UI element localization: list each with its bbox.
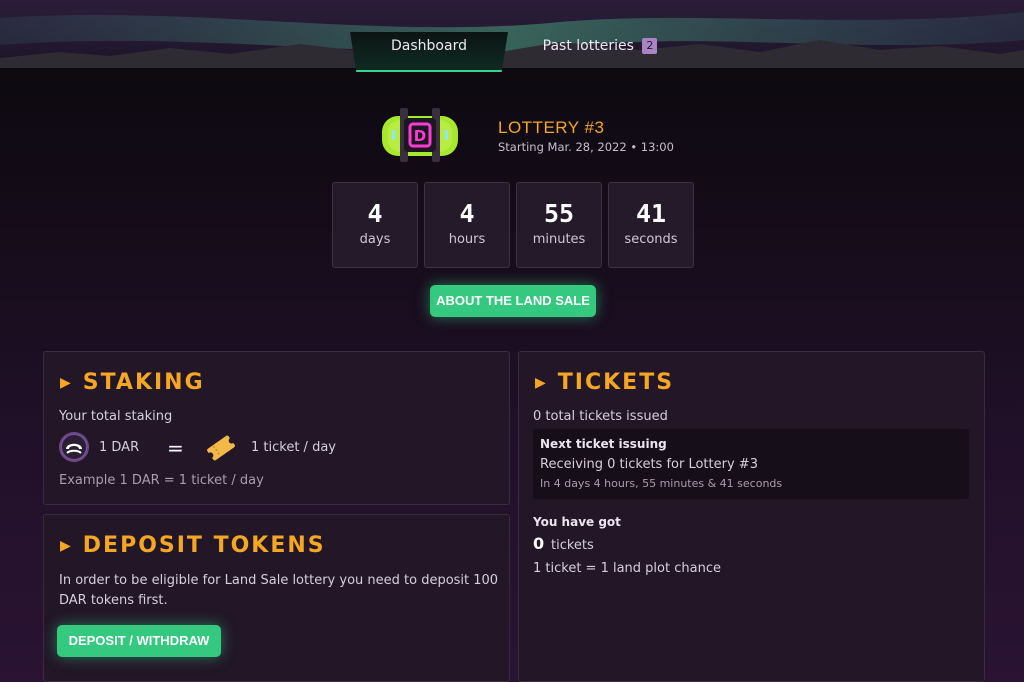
staking-title: STAKING bbox=[82, 370, 205, 395]
tab-dashboard[interactable]: Dashboard bbox=[350, 32, 508, 72]
staking-rate-row: 1 DAR = 1 ticket / day bbox=[59, 432, 479, 464]
caret-right-icon: ▶ bbox=[535, 375, 548, 391]
countdown-minutes-label: minutes bbox=[532, 232, 586, 247]
countdown-hours-label: hours bbox=[448, 232, 486, 247]
countdown-days: 4 days bbox=[332, 182, 418, 268]
lottery-capsule-icon: D bbox=[382, 108, 458, 162]
tab-dashboard-label: Dashboard bbox=[391, 38, 467, 54]
equals-sign: = bbox=[167, 436, 184, 460]
next-ticket-eta: In 4 days 4 hours, 55 minutes & 41 secon… bbox=[540, 477, 783, 490]
deposit-heading: ▶ DEPOSIT TOKENS bbox=[60, 533, 326, 558]
countdown-days-value: 4 bbox=[367, 199, 383, 228]
deposit-title: DEPOSIT TOKENS bbox=[82, 533, 326, 558]
ticket-ratio: 1 ticket = 1 land plot chance bbox=[533, 561, 721, 576]
lottery-header: D LOTTERY #3 Starting Mar. 28, 2022 • 13… bbox=[380, 102, 680, 166]
next-ticket-receiving: Receiving 0 tickets for Lottery #3 bbox=[540, 457, 758, 472]
tickets-panel: ▶ TICKETS 0 total tickets issued Next tic… bbox=[518, 351, 985, 682]
countdown-minutes: 55 minutes bbox=[516, 182, 602, 268]
top-nav: Dashboard Past lotteries 2 bbox=[0, 32, 1024, 72]
countdown-seconds-value: 41 bbox=[635, 199, 667, 228]
deposit-description: In order to be eligible for Land Sale lo… bbox=[59, 573, 499, 608]
past-lotteries-count-badge: 2 bbox=[642, 38, 658, 54]
ticket-icon bbox=[207, 435, 235, 461]
tickets-unit: tickets bbox=[551, 538, 594, 553]
countdown-seconds-label: seconds bbox=[624, 232, 678, 247]
countdown-days-label: days bbox=[359, 232, 391, 247]
tickets-title: TICKETS bbox=[557, 370, 675, 395]
countdown-hours: 4 hours bbox=[424, 182, 510, 268]
countdown-minutes-value: 55 bbox=[543, 199, 575, 228]
deposit-withdraw-button[interactable]: DEPOSIT / WITHDRAW bbox=[57, 625, 221, 657]
caret-right-icon: ▶ bbox=[60, 375, 73, 391]
staking-example: Example 1 DAR = 1 ticket / day bbox=[59, 473, 264, 488]
you-have-got-label: You have got bbox=[533, 515, 621, 529]
total-staking-label: Your total staking bbox=[59, 409, 173, 424]
caret-right-icon: ▶ bbox=[60, 538, 73, 554]
tickets-heading: ▶ TICKETS bbox=[535, 370, 674, 395]
dar-token-icon bbox=[59, 432, 89, 462]
countdown-timer: 4 days 4 hours 55 minutes 41 seconds bbox=[332, 182, 696, 268]
countdown-hours-value: 4 bbox=[459, 199, 475, 228]
next-ticket-box: Next ticket issuing Receiving 0 tickets … bbox=[533, 429, 969, 499]
lottery-start-date: Starting Mar. 28, 2022 • 13:00 bbox=[498, 140, 674, 154]
lottery-title: LOTTERY #3 bbox=[498, 118, 605, 137]
next-ticket-heading: Next ticket issuing bbox=[540, 437, 667, 451]
staking-panel: ▶ STAKING Your total staking 1 DAR = 1 ti… bbox=[43, 351, 510, 505]
tab-past-lotteries-label: Past lotteries bbox=[542, 38, 634, 54]
tab-past-lotteries[interactable]: Past lotteries 2 bbox=[530, 32, 670, 70]
countdown-seconds: 41 seconds bbox=[608, 182, 694, 268]
ticket-per-day: 1 ticket / day bbox=[251, 440, 336, 455]
dar-amount: 1 DAR bbox=[99, 440, 140, 455]
tickets-count: 0 bbox=[533, 534, 545, 553]
tickets-issued: 0 total tickets issued bbox=[533, 409, 668, 424]
about-land-sale-button[interactable]: ABOUT THE LAND SALE bbox=[430, 285, 596, 317]
staking-heading: ▶ STAKING bbox=[60, 370, 205, 395]
svg-text:D: D bbox=[414, 127, 426, 145]
